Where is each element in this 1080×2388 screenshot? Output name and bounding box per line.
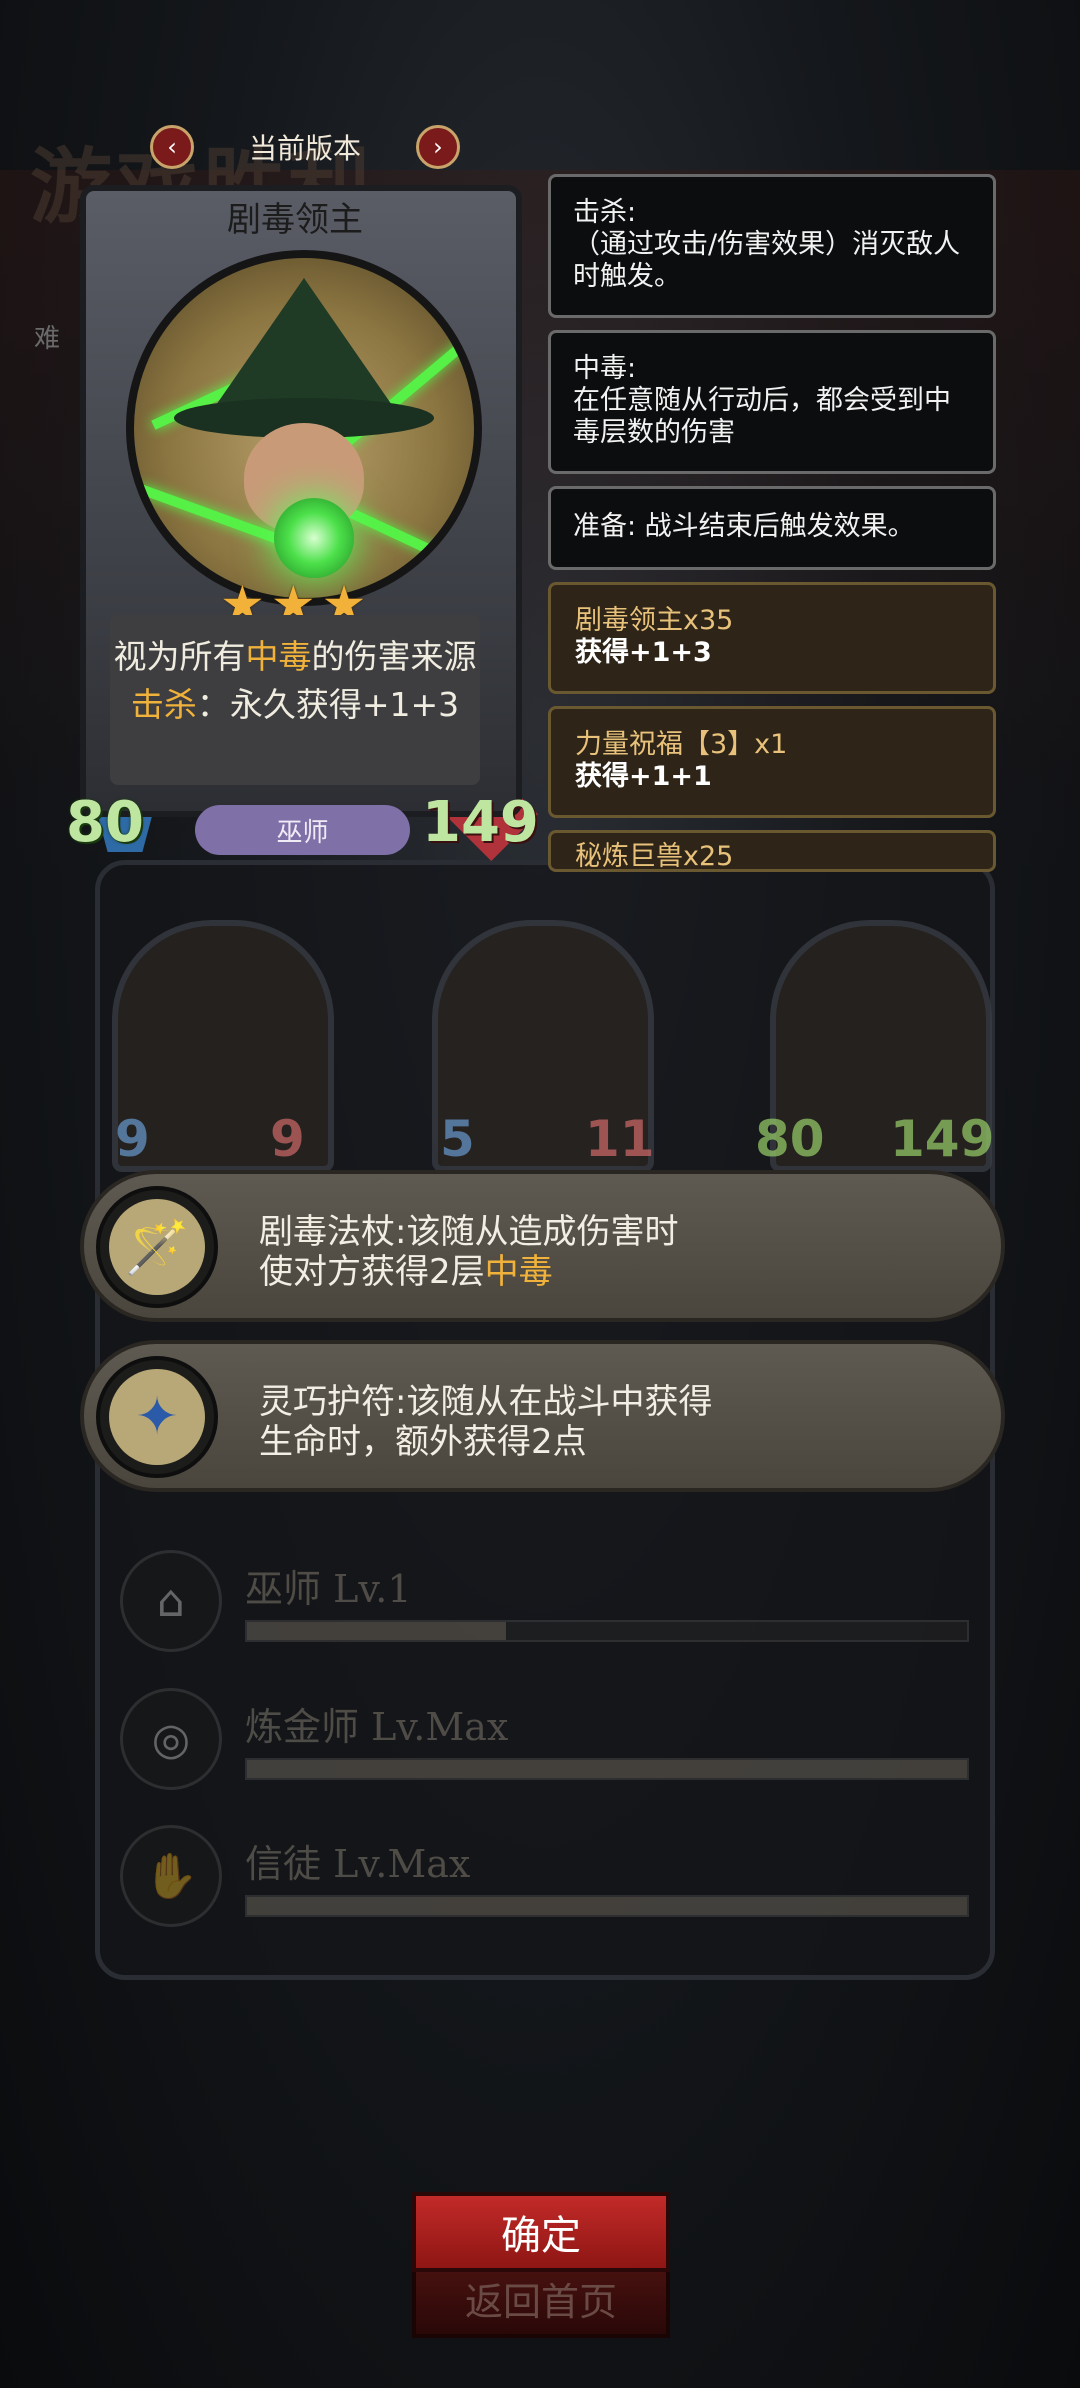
skill-row-wizard: ⌂ 巫师 Lv.1 [120, 1550, 970, 1652]
keyword-panel-poison: 中毒: 在任意随从行动后，都会受到中毒层数的伤害 [548, 330, 996, 474]
bonus-item: 秘炼巨兽x25 [548, 830, 996, 872]
item-banner-staff: 🪄 剧毒法杖:该随从造成伤害时 使对方获得2层中毒 [80, 1170, 1005, 1322]
chevron-left-icon[interactable]: ‹ [150, 125, 194, 169]
skill-progress-bar [245, 1758, 969, 1780]
chevron-right-icon[interactable]: › [415, 125, 460, 169]
keyword-panel-prepare: 准备: 战斗结束后触发效果。 [548, 486, 996, 570]
minion-health: 11 [585, 1110, 655, 1168]
card-health: 149 [422, 790, 539, 855]
bonus-item: 力量祝福【3】x1 获得+1+1 [548, 706, 996, 818]
minion-attack: 5 [440, 1110, 475, 1168]
minion-card: 剧毒领主 ★ ★ ★ 视为所有中毒的伤害来源 击杀：永久获得+1+3 80 14… [66, 180, 539, 870]
confirm-button[interactable]: 确定 [412, 2192, 670, 2272]
card-portrait [126, 250, 482, 606]
wizard-hat-icon [214, 278, 394, 408]
background-subtitle: 难 [34, 324, 61, 354]
minion-health: 149 [890, 1110, 995, 1168]
staff-icon: 🪄 [96, 1186, 218, 1308]
bonus-item: 剧毒领主x35 获得+1+3 [548, 582, 996, 694]
minion-attack: 9 [115, 1110, 150, 1168]
praying-hands-icon: ✋ [120, 1825, 222, 1927]
minion-attack: 80 [755, 1110, 825, 1168]
card-description: 视为所有中毒的伤害来源 击杀：永久获得+1+3 [110, 615, 480, 785]
skill-row-believer: ✋ 信徒 Lv.Max [120, 1825, 970, 1927]
version-selector: ‹ 当前版本 › [150, 125, 460, 169]
item-banner-amulet: ✦ 灵巧护符:该随从在战斗中获得 生命时，额外获得2点 [80, 1340, 1005, 1492]
keyword-panel-kill: 击杀: （通过攻击/伤害效果）消灭敌人时触发。 [548, 174, 996, 318]
amulet-icon: ✦ [96, 1356, 218, 1478]
card-type: 巫师 [195, 805, 410, 855]
version-label: 当前版本 [248, 132, 361, 165]
skill-progress-bar [245, 1620, 969, 1642]
skill-row-alchemist: ◎ 炼金师 Lv.Max [120, 1688, 970, 1790]
alchemy-icon: ◎ [120, 1688, 222, 1790]
minion-health: 9 [270, 1110, 305, 1168]
skill-progress-bar [245, 1895, 969, 1917]
card-name: 剧毒领主 [227, 200, 363, 240]
card-attack: 80 [66, 790, 144, 855]
wizard-hat-icon: ⌂ [120, 1550, 222, 1652]
poison-orb [274, 498, 354, 578]
